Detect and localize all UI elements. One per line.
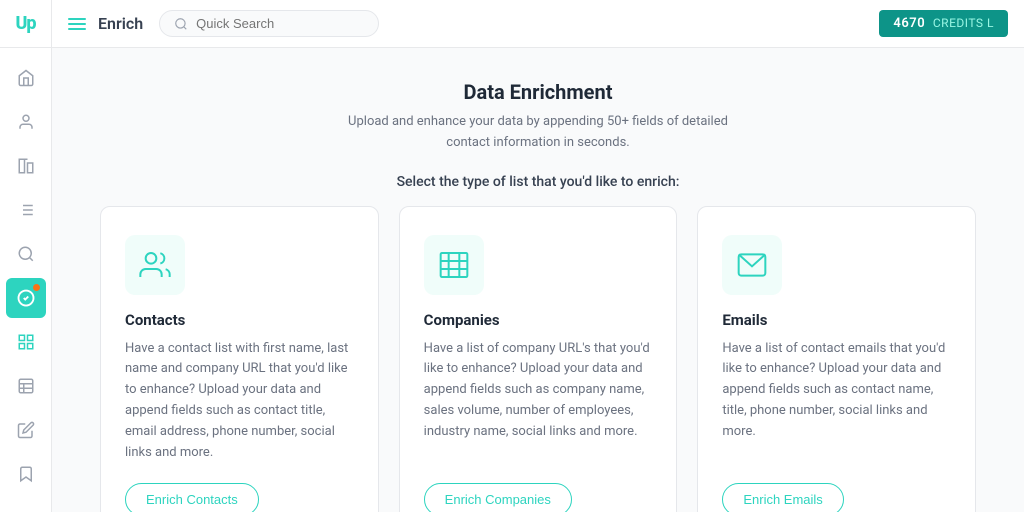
sidebar-item-person[interactable] (6, 102, 46, 142)
sidebar-item-verified[interactable] (6, 278, 46, 318)
emails-card-title: Emails (722, 311, 951, 329)
companies-card-desc: Have a list of company URL's that you'd … (424, 339, 653, 464)
select-label: Select the type of list that you'd like … (100, 174, 976, 190)
hamburger-menu[interactable] (68, 18, 86, 30)
page-title: Data Enrichment (100, 80, 976, 104)
app-logo: Up (0, 0, 52, 48)
credits-label: CREDITS L (933, 16, 994, 30)
contacts-card-title: Contacts (125, 311, 354, 329)
sidebar-item-edit[interactable] (6, 410, 46, 450)
page-body: Data Enrichment Upload and enhance your … (52, 48, 1024, 512)
page-heading: Data Enrichment Upload and enhance your … (100, 80, 976, 154)
header: Enrich 4670 CREDITS L (52, 0, 1024, 48)
sidebar-item-lists[interactable] (6, 190, 46, 230)
companies-icon-wrap (424, 235, 484, 295)
contacts-icon-wrap (125, 235, 185, 295)
emails-card: Emails Have a list of contact emails tha… (697, 206, 976, 512)
search-bar[interactable] (159, 10, 379, 37)
search-icon (174, 17, 188, 31)
credits-badge: 4670 CREDITS L (879, 10, 1008, 37)
email-icon (736, 249, 768, 281)
sidebar-item-table[interactable] (6, 366, 46, 406)
enrich-emails-button[interactable]: Enrich Emails (722, 483, 843, 512)
sidebar-item-enrich[interactable] (6, 322, 46, 362)
contacts-card-desc: Have a contact list with first name, las… (125, 339, 354, 464)
companies-card: Companies Have a list of company URL's t… (399, 206, 678, 512)
emails-card-desc: Have a list of contact emails that you'd… (722, 339, 951, 464)
contacts-card: Contacts Have a contact list with first … (100, 206, 379, 512)
search-input[interactable] (196, 16, 356, 31)
logo-text: Up (15, 13, 35, 34)
credits-amount: 4670 (893, 16, 925, 31)
sidebar-item-home[interactable] (6, 58, 46, 98)
enrich-companies-button[interactable]: Enrich Companies (424, 483, 572, 512)
cards-container: Contacts Have a contact list with first … (100, 206, 976, 512)
page-subtitle: Upload and enhance your data by appendin… (348, 112, 728, 154)
people-icon (139, 249, 171, 281)
sidebar-item-saved[interactable] (6, 454, 46, 494)
header-title: Enrich (98, 14, 143, 33)
main-content: Enrich 4670 CREDITS L Data Enrichment Up… (52, 0, 1024, 512)
emails-icon-wrap (722, 235, 782, 295)
notification-dot (33, 284, 40, 291)
sidebar-item-search[interactable] (6, 234, 46, 274)
company-icon (438, 249, 470, 281)
enrich-contacts-button[interactable]: Enrich Contacts (125, 483, 259, 512)
sidebar-item-companies[interactable] (6, 146, 46, 186)
companies-card-title: Companies (424, 311, 653, 329)
sidebar: Up (0, 0, 52, 512)
